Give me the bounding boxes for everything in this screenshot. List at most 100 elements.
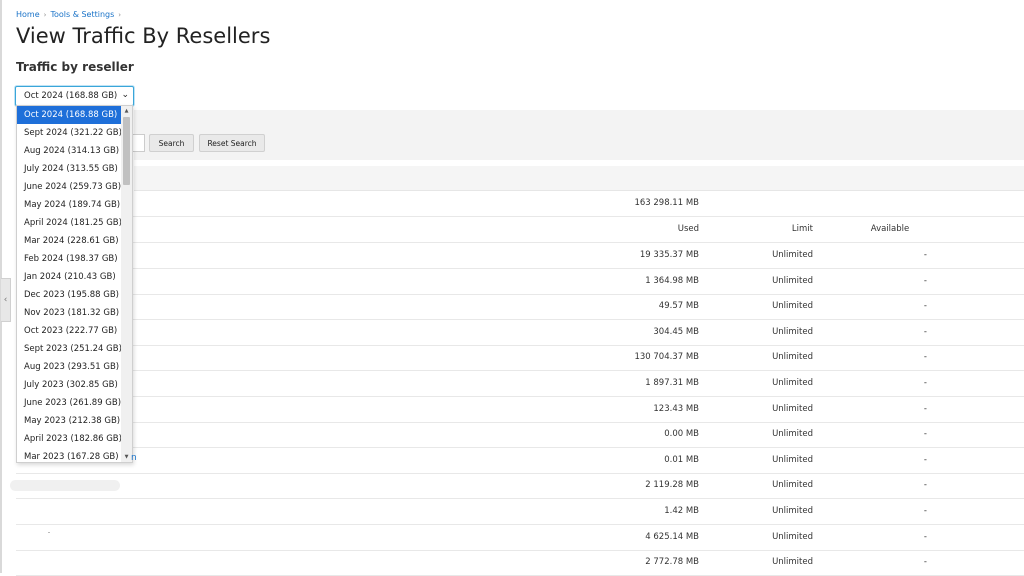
period-option[interactable]: Mar 2024 (228.61 GB) [17,232,122,250]
limit-cell: Unlimited [772,404,813,414]
available-cell: - [923,506,927,516]
column-header-available: Available [870,224,910,234]
chevron-right-icon: › [43,10,47,19]
limit-cell: Unlimited [772,532,813,542]
available-cell: - [923,557,927,567]
period-option[interactable]: Sept 2023 (251.24 GB) [17,340,122,358]
search-panel [134,110,1024,160]
table-row: 0.01 MB Unlimited - [16,447,1024,474]
limit-cell: Unlimited [772,429,813,439]
limit-cell: Unlimited [772,506,813,516]
breadcrumb-home[interactable]: Home [16,10,40,19]
limit-cell: Unlimited [772,301,813,311]
used-cell: 2 119.28 MB [645,480,699,490]
table-row: 123.43 MB Unlimited - [16,396,1024,423]
period-option[interactable]: Dec 2023 (195.88 GB) [17,286,122,304]
table-row: 4 625.14 MB Unlimited - [16,524,1024,551]
table-row: 1.42 MB Unlimited - [16,498,1024,525]
period-option[interactable]: Oct 2024 (168.88 GB) [17,106,122,124]
available-cell: - [923,276,927,286]
available-cell: - [923,404,927,414]
scrollbar-thumb[interactable] [123,117,130,185]
period-option[interactable]: May 2023 (212.38 GB) [17,412,122,430]
available-cell: - [923,327,927,337]
chevron-down-icon: ⌄ [121,90,129,100]
available-cell: - [923,378,927,388]
period-option[interactable]: July 2024 (313.55 GB) [17,160,122,178]
used-cell: 0.01 MB [664,455,699,465]
used-cell: 130 704.37 MB [634,352,699,362]
chevron-right-icon: › [118,10,122,19]
breadcrumb-tools-settings[interactable]: Tools & Settings [50,10,114,19]
search-button[interactable]: Search [149,134,194,152]
used-cell: 304.45 MB [653,327,699,337]
redacted-mark [48,532,50,533]
limit-cell: Unlimited [772,327,813,337]
limit-cell: Unlimited [772,352,813,362]
list-toolbar [134,166,1024,191]
limit-cell: Unlimited [772,378,813,388]
limit-cell: Unlimited [772,276,813,286]
column-header-limit: Limit [791,224,813,234]
breadcrumb: Home › Tools & Settings › [16,10,121,19]
period-option[interactable]: April 2023 (182.86 GB) [17,430,122,448]
redacted-reseller-name [10,480,120,491]
used-cell: 123.43 MB [653,404,699,414]
table-row: 2 119.28 MB Unlimited - [16,472,1024,499]
table-row: 2 772.78 MB Unlimited - [16,549,1024,576]
period-dropdown-list[interactable]: Oct 2024 (168.88 GB) Sept 2024 (321.22 GB… [16,105,133,463]
scroll-up-icon[interactable]: ▲ [121,106,132,116]
period-option[interactable]: Aug 2023 (293.51 GB) [17,358,122,376]
column-header-used: Used [677,224,699,234]
period-option[interactable]: Jan 2024 (210.43 GB) [17,268,122,286]
available-cell: - [923,455,927,465]
available-cell: - [923,480,927,490]
section-title: Traffic by reseller [16,60,134,74]
used-cell: 0.00 MB [664,429,699,439]
used-cell: 49.57 MB [658,301,699,311]
period-option[interactable]: April 2024 (181.25 GB) [17,214,122,232]
period-option[interactable]: Aug 2024 (314.13 GB) [17,142,122,160]
page-title: View Traffic By Resellers [16,24,271,48]
table-row: 49.57 MB Unlimited - [16,293,1024,320]
table-row: 304.45 MB Unlimited - [16,319,1024,346]
period-option[interactable]: Nov 2023 (181.32 GB) [17,304,122,322]
available-cell: - [923,352,927,362]
available-cell: - [923,429,927,439]
table-row: 1 364.98 MB Unlimited - [16,268,1024,295]
used-cell: 19 335.37 MB [639,250,699,260]
available-cell: - [923,532,927,542]
period-option[interactable]: Oct 2023 (222.77 GB) [17,322,122,340]
limit-cell: Unlimited [772,455,813,465]
period-select-value: Oct 2024 (168.88 GB) [24,91,118,101]
reset-search-button[interactable]: Reset Search [199,134,265,152]
period-option[interactable]: May 2024 (189.74 GB) [17,196,122,214]
used-cell: 1.42 MB [664,506,699,516]
table-row: 19 335.37 MB Unlimited - [16,242,1024,269]
used-cell: 1 364.98 MB [645,276,699,286]
limit-cell: Unlimited [772,250,813,260]
period-select[interactable]: Oct 2024 (168.88 GB) ⌄ [15,86,134,106]
used-cell: 4 625.14 MB [645,532,699,542]
used-cell: 1 897.31 MB [645,378,699,388]
period-option[interactable]: Feb 2024 (198.37 GB) [17,250,122,268]
table-header: Used Limit Available [16,216,1024,243]
period-option[interactable]: Mar 2023 (167.28 GB) [17,448,122,462]
period-options: Oct 2024 (168.88 GB) Sept 2024 (321.22 GB… [17,106,122,462]
sidebar-collapse-toggle[interactable]: ‹ [1,278,11,322]
available-cell: - [923,250,927,260]
period-option[interactable]: June 2023 (261.89 GB) [17,394,122,412]
limit-cell: Unlimited [772,557,813,567]
reseller-link-fragment[interactable]: n [131,453,137,465]
period-option[interactable]: June 2024 (259.73 GB) [17,178,122,196]
used-cell: 2 772.78 MB [645,557,699,567]
limit-cell: Unlimited [772,480,813,490]
dropdown-scrollbar[interactable]: ▲ ▼ [121,106,132,462]
total-row: 163 298.11 MB [16,190,1024,217]
period-option[interactable]: Sept 2024 (321.22 GB) [17,124,122,142]
period-option[interactable]: July 2023 (302.85 GB) [17,376,122,394]
available-cell: - [923,301,927,311]
table-row: 1 897.31 MB Unlimited - [16,370,1024,397]
table-row: 130 704.37 MB Unlimited - [16,344,1024,371]
table-row: 0.00 MB Unlimited - [16,421,1024,448]
